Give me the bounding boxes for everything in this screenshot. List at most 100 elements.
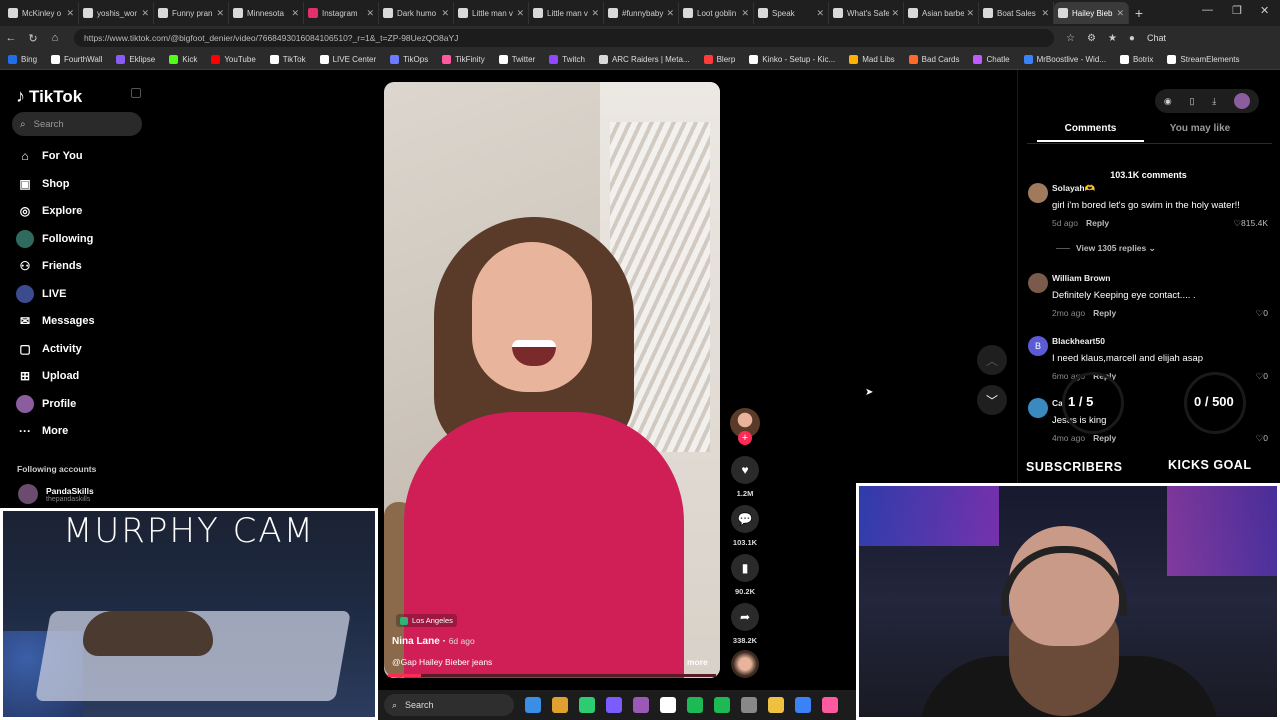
- sidebar-item-explore[interactable]: ◎ Explore: [16, 201, 83, 221]
- taskbar-app-icon[interactable]: [579, 697, 595, 713]
- favorites-icon[interactable]: ★: [1108, 33, 1117, 44]
- close-tab-icon[interactable]: ✕: [666, 8, 674, 19]
- close-tab-icon[interactable]: ✕: [291, 8, 299, 19]
- coin-icon[interactable]: ◉: [1164, 96, 1172, 107]
- taskbar-app-icon[interactable]: [525, 697, 541, 713]
- collapse-sidebar-icon[interactable]: [131, 88, 141, 98]
- close-tab-icon[interactable]: ✕: [366, 8, 374, 19]
- sidebar-item-following[interactable]: Following: [16, 229, 93, 249]
- bookmark-item[interactable]: TikTok: [269, 55, 306, 64]
- taskbar-app-icon[interactable]: [687, 697, 703, 713]
- bookmark-item[interactable]: Mad Libs: [849, 55, 895, 64]
- new-tab-button[interactable]: +: [1129, 5, 1149, 21]
- close-tab-icon[interactable]: ✕: [741, 8, 749, 19]
- view-replies-button[interactable]: View 1305 replies ⌄: [1056, 243, 1156, 254]
- browser-tab[interactable]: Little man v ✕: [529, 2, 604, 24]
- close-window-icon[interactable]: ✕: [1260, 4, 1269, 17]
- sidebar-item-for-you[interactable]: ⌂ For You: [16, 146, 82, 166]
- avatar[interactable]: B: [1028, 336, 1048, 356]
- taskbar-app-icon[interactable]: [822, 697, 838, 713]
- following-account-item[interactable]: PandaSkills thepandaskills: [18, 484, 94, 504]
- sidebar-item-profile[interactable]: Profile: [16, 394, 76, 414]
- comment-username[interactable]: Solayah🫶: [1052, 183, 1095, 194]
- like-icon[interactable]: ♥: [731, 456, 759, 484]
- browser-tab[interactable]: Loot goblin ✕: [679, 2, 754, 24]
- comment-like[interactable]: ♡0: [1256, 308, 1268, 319]
- browser-tab[interactable]: Funny pran ✕: [154, 2, 229, 24]
- tab-you-may-like[interactable]: You may like: [1150, 123, 1250, 134]
- video-player[interactable]: [384, 82, 720, 678]
- browser-tab[interactable]: Minnesota ✕: [229, 2, 304, 24]
- close-tab-icon[interactable]: ✕: [216, 8, 224, 19]
- browser-tab[interactable]: What's Safe ✕: [829, 2, 904, 24]
- next-video-chevron-down-icon[interactable]: ﹀: [977, 385, 1007, 415]
- bookmark-item[interactable]: Bing: [8, 55, 37, 64]
- browser-tab[interactable]: Little man v ✕: [454, 2, 529, 24]
- sidebar-item-live[interactable]: LIVE: [16, 284, 66, 304]
- bookmark-icon[interactable]: ▮: [731, 554, 759, 582]
- close-tab-icon[interactable]: ✕: [966, 8, 974, 19]
- bookmark-item[interactable]: Chatle: [973, 55, 1010, 64]
- close-tab-icon[interactable]: ✕: [516, 8, 524, 19]
- taskbar-app-icon[interactable]: [660, 697, 676, 713]
- close-tab-icon[interactable]: ✕: [141, 8, 149, 19]
- tiktok-logo[interactable]: ♪ TikTok: [16, 86, 82, 107]
- sidebar-item-shop[interactable]: ▣ Shop: [16, 174, 69, 194]
- user-avatar-icon[interactable]: [1234, 93, 1251, 109]
- sidebar-item-activity[interactable]: ▢ Activity: [16, 339, 81, 359]
- bookmark-item[interactable]: MrBoostlive - Wid...: [1023, 55, 1106, 64]
- close-tab-icon[interactable]: ✕: [441, 8, 449, 19]
- sidebar-item-upload[interactable]: ⊞ Upload: [16, 366, 79, 386]
- minimize-icon[interactable]: —: [1202, 4, 1213, 16]
- close-tab-icon[interactable]: ✕: [816, 8, 824, 19]
- more-link[interactable]: more: [687, 657, 708, 667]
- bookmark-item[interactable]: YouTube: [211, 55, 256, 64]
- browser-tab[interactable]: Asian barbe ✕: [904, 2, 979, 24]
- bookmark-item[interactable]: FourthWall: [51, 55, 102, 64]
- close-tab-icon[interactable]: ✕: [891, 8, 899, 19]
- comment-like[interactable]: ♡0: [1256, 371, 1268, 382]
- taskbar-app-icon[interactable]: [768, 697, 784, 713]
- reply-button[interactable]: Reply: [1086, 218, 1109, 228]
- taskbar-app-icon[interactable]: [741, 697, 757, 713]
- bookmark-item[interactable]: Botrix: [1119, 55, 1153, 64]
- bookmark-item[interactable]: Twitch: [549, 55, 585, 64]
- back-icon[interactable]: ←: [0, 32, 22, 44]
- video-progress-bar[interactable]: [388, 674, 716, 677]
- bookmark-item[interactable]: LIVE Center: [319, 55, 376, 64]
- reload-icon[interactable]: ↻: [22, 32, 44, 45]
- bookmark-item[interactable]: ARC Raiders | Meta...: [598, 55, 690, 64]
- taskbar-app-icon[interactable]: [633, 697, 649, 713]
- avatar[interactable]: [1028, 398, 1048, 418]
- browser-tab[interactable]: Boat Sales ✕: [979, 2, 1054, 24]
- bookmark-item[interactable]: TikFinity: [442, 55, 485, 64]
- url-field[interactable]: https://www.tiktok.com/@bigfoot_denier/v…: [74, 29, 1054, 47]
- bookmark-item[interactable]: Kick: [169, 55, 197, 64]
- follow-plus-icon[interactable]: +: [738, 431, 752, 445]
- close-tab-icon[interactable]: ✕: [591, 8, 599, 19]
- bookmark-item[interactable]: Eklipse: [116, 55, 155, 64]
- extensions-icon[interactable]: ⚙: [1087, 33, 1096, 44]
- home-icon[interactable]: ⌂: [44, 32, 66, 44]
- browser-tab[interactable]: Dark humo ✕: [379, 2, 454, 24]
- reply-button[interactable]: Reply: [1093, 308, 1116, 318]
- previous-video-chevron-up-icon[interactable]: ︿: [977, 345, 1007, 375]
- bookmark-star-icon[interactable]: ☆: [1066, 33, 1075, 44]
- browser-tab[interactable]: McKinley o ✕: [4, 2, 79, 24]
- taskbar-search[interactable]: ⌕ Search: [384, 694, 514, 716]
- bookmark-item[interactable]: Blerp: [703, 55, 735, 64]
- sidebar-item-more[interactable]: ··· More: [16, 421, 68, 441]
- browser-tab[interactable]: Speak ✕: [754, 2, 829, 24]
- music-disc-icon[interactable]: [731, 650, 759, 678]
- comment-username[interactable]: William Brown: [1052, 273, 1110, 283]
- browser-tab[interactable]: yoshis_wor ✕: [79, 2, 154, 24]
- browser-tab[interactable]: Hailey Bieb ✕: [1054, 2, 1129, 24]
- maximize-icon[interactable]: ❐: [1232, 4, 1242, 17]
- avatar[interactable]: [1028, 183, 1048, 203]
- close-tab-icon[interactable]: ✕: [1116, 8, 1124, 19]
- reply-button[interactable]: Reply: [1093, 433, 1116, 443]
- taskbar-app-icon[interactable]: [714, 697, 730, 713]
- download-icon[interactable]: ⤓: [1212, 96, 1216, 107]
- avatar[interactable]: [1028, 273, 1048, 293]
- search-input[interactable]: ⌕ Search: [12, 112, 142, 136]
